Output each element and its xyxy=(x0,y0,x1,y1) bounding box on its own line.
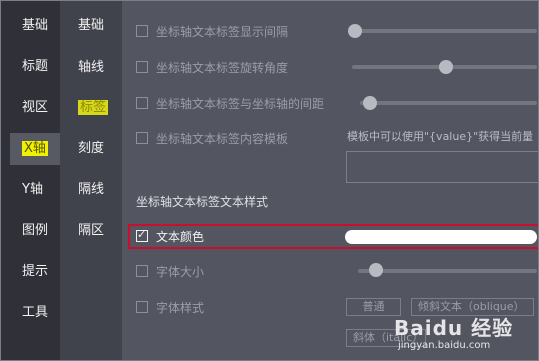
baidu-watermark-url: jingyan.baidu.com xyxy=(398,340,491,351)
subnav-item-split-line[interactable]: 隔线 xyxy=(68,175,120,205)
text-color-label: 文本颜色 xyxy=(156,229,205,244)
nav-item-basic[interactable]: 基础 xyxy=(10,10,56,42)
subnav-item-tick[interactable]: 刻度 xyxy=(68,134,120,164)
show-interval-slider-track[interactable] xyxy=(352,29,537,33)
setting-text-color: 文本颜色 xyxy=(136,226,204,246)
margin-slider-track[interactable] xyxy=(360,101,537,105)
font-style-normal-button[interactable]: 普通 xyxy=(346,298,401,316)
subnav-item-label[interactable]: 标签 xyxy=(68,93,120,123)
setting-margin: 坐标轴文本标签与坐标轴的间距 xyxy=(136,93,324,113)
setting-rotate: 坐标轴文本标签旋转角度 xyxy=(136,57,288,77)
nav-item-title[interactable]: 标题 xyxy=(10,51,56,83)
margin-slider-handle[interactable] xyxy=(363,96,377,110)
text-style-section-title: 坐标轴文本标签文本样式 xyxy=(136,195,269,209)
subnav-item-axis-line[interactable]: 轴线 xyxy=(68,53,120,83)
show-interval-slider-handle[interactable] xyxy=(348,24,362,38)
sub-nav: 基础 轴线 标签 刻度 隔线 隔区 xyxy=(60,0,122,361)
rotate-checkbox[interactable] xyxy=(136,61,148,73)
margin-checkbox[interactable] xyxy=(136,97,148,109)
main-nav: 基础 标题 视区 X轴 Y轴 图例 提示 工具 xyxy=(0,0,60,361)
nav-item-tools[interactable]: 工具 xyxy=(10,297,56,329)
nav-item-tooltip[interactable]: 提示 xyxy=(10,256,56,288)
template-label: 坐标轴文本标签内容模板 xyxy=(156,131,289,146)
template-hint: 模板中可以使用"{value}"获得当前量 xyxy=(347,130,534,143)
nav-item-viewport[interactable]: 视区 xyxy=(10,92,56,124)
rotate-label: 坐标轴文本标签旋转角度 xyxy=(156,60,289,75)
show-interval-checkbox[interactable] xyxy=(136,25,148,37)
font-style-label: 字体样式 xyxy=(156,300,205,315)
setting-font-style: 字体样式 xyxy=(136,297,204,317)
font-size-label: 字体大小 xyxy=(156,264,205,279)
template-checkbox[interactable] xyxy=(136,132,148,144)
subnav-item-split-area[interactable]: 隔区 xyxy=(68,216,120,246)
show-interval-label: 坐标轴文本标签显示间隔 xyxy=(156,24,289,39)
setting-font-size: 字体大小 xyxy=(136,261,204,281)
font-style-checkbox[interactable] xyxy=(136,301,148,313)
subnav-item-basic[interactable]: 基础 xyxy=(68,11,120,41)
rotate-slider-handle[interactable] xyxy=(439,60,453,74)
nav-item-x-axis[interactable]: X轴 xyxy=(10,133,60,165)
text-color-checkbox[interactable] xyxy=(136,228,148,242)
baidu-watermark-logo: Baidu 经验 xyxy=(394,316,514,340)
font-size-checkbox[interactable] xyxy=(136,265,148,277)
font-size-slider-track[interactable] xyxy=(358,269,537,273)
margin-label: 坐标轴文本标签与坐标轴的间距 xyxy=(156,96,325,111)
nav-item-y-axis[interactable]: Y轴 xyxy=(10,174,56,206)
nav-item-legend[interactable]: 图例 xyxy=(10,215,56,247)
setting-show-interval: 坐标轴文本标签显示间隔 xyxy=(136,21,288,41)
setting-template: 坐标轴文本标签内容模板 xyxy=(136,128,288,148)
template-input[interactable] xyxy=(346,151,539,183)
font-size-slider-handle[interactable] xyxy=(369,263,383,277)
text-color-picker[interactable] xyxy=(345,230,537,244)
